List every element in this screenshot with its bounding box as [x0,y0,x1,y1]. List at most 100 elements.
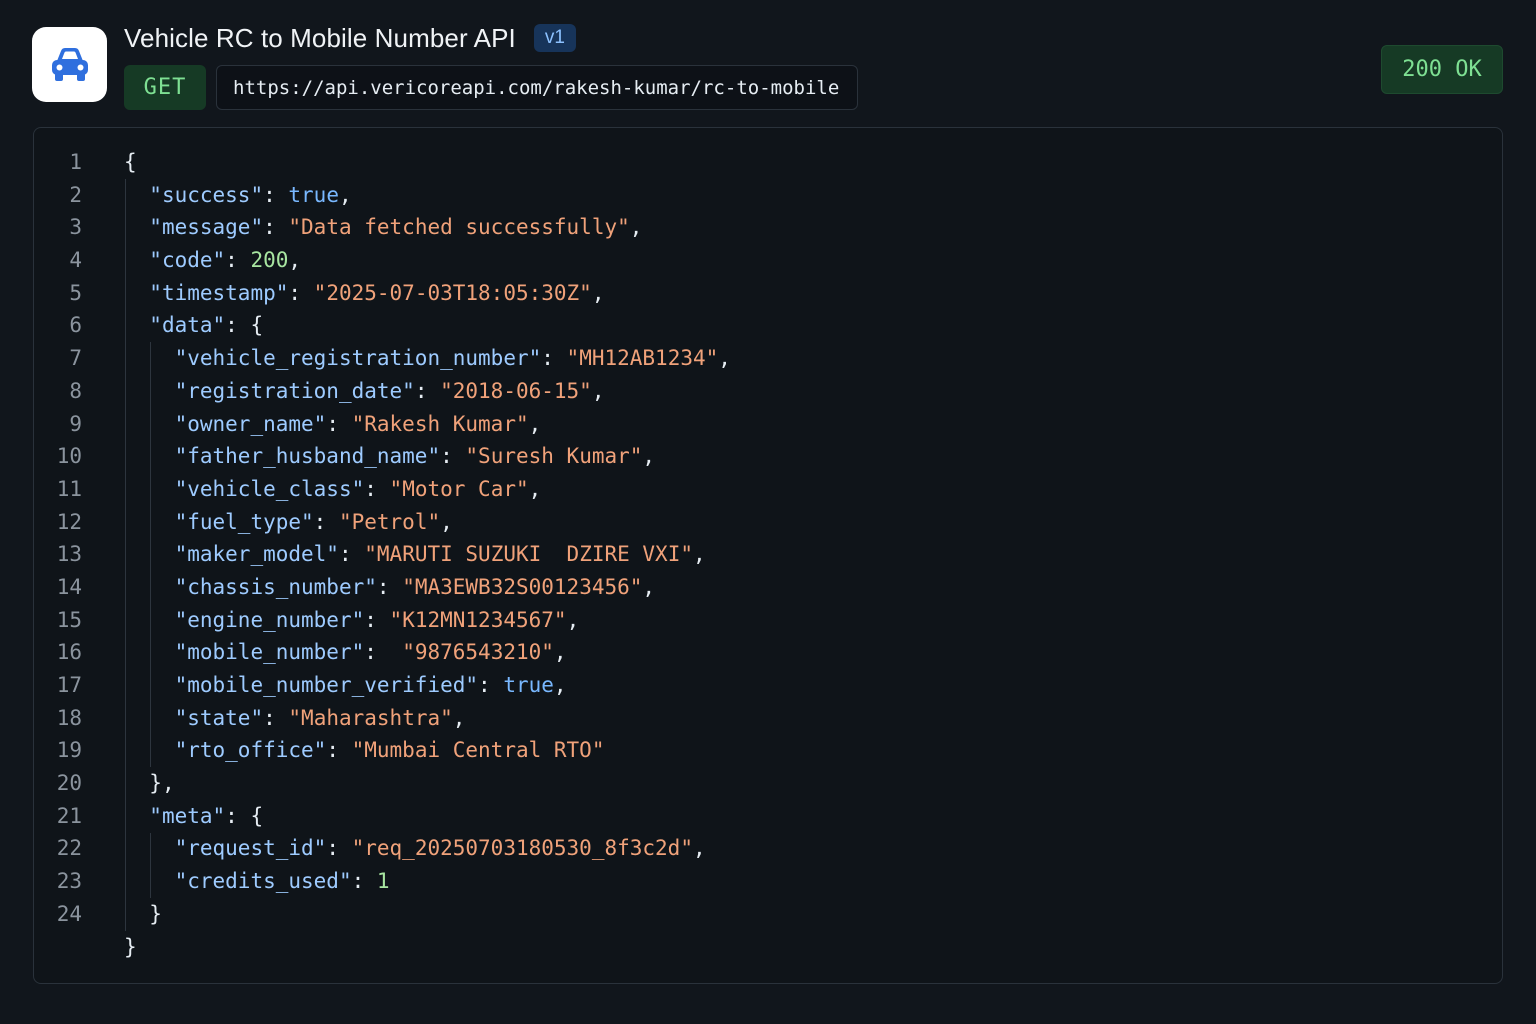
line-number: 13 [56,542,82,567]
code-token: , [440,509,453,534]
code-token: : [263,705,289,730]
code-line: 22 "request_id": "req_20250703180530_8f3c… [0,832,706,865]
line-number: 23 [56,869,82,894]
code-token: "meta" [149,803,226,828]
line-number: 16 [56,640,82,665]
line-number: 6 [69,313,82,338]
title-row: Vehicle RC to Mobile Number API v1 [124,21,576,55]
code-token: : [313,509,339,534]
line-number: 14 [56,574,82,599]
code-token: , [528,476,542,501]
code-token: "Mumbai Central RTO" [351,738,605,763]
code-line-content: "mobile_number_verified": true, [175,669,567,702]
code-line: } [0,931,137,964]
code-line-content: "chassis_number": "MA3EWB32S00123456", [175,571,655,604]
code-token: , [642,444,656,469]
code-token: "code" [149,248,226,273]
code-line-content: "vehicle_registration_number": "MH12AB12… [175,342,731,375]
code-line-content: "meta": { [149,800,263,833]
code-token: true [503,673,554,697]
code-token: "state" [174,705,264,730]
line-number: 19 [56,738,82,763]
line-number: 7 [69,346,82,371]
code-token: , [642,574,656,599]
code-line-content: } [149,898,162,931]
code-token: : [364,476,390,501]
code-token: "Data fetched successfully" [288,215,630,240]
code-token: 200 [250,248,289,273]
http-method-badge[interactable]: GET [124,65,206,110]
line-number: 9 [69,411,82,436]
code-line-content: }, [149,767,174,800]
code-token: : { [225,313,264,338]
code-line-content: "code": 200, [149,244,301,277]
line-number: 24 [56,901,82,926]
code-line-content: "data": { [149,309,263,342]
code-token: , [629,215,643,240]
line-number: 11 [56,476,82,501]
code-token: "success" [149,182,264,207]
code-token: "maker_model" [174,542,339,567]
code-token: "Motor Car" [389,476,529,501]
code-token: , [338,182,352,207]
line-number: 20 [56,771,82,796]
code-line: 2 "success": true, [0,179,351,212]
code-token: "MARUTI SUZUKI DZIRE VXI" [364,542,693,567]
code-token: : [326,836,352,861]
line-number: 1 [69,150,82,174]
code-line-content: "rto_office": "Mumbai Central RTO" [175,734,605,767]
code-token: , [288,248,302,273]
code-token: "9876543210" [402,640,554,665]
line-number: 3 [69,215,82,240]
car-icon [32,27,107,102]
code-token: : [326,738,352,763]
code-token: : [288,280,314,305]
code-line-content: "message": "Data fetched successfully", [149,211,642,244]
api-response-viewer: Vehicle RC to Mobile Number API v1 GET h… [0,0,1536,1024]
code-line-content: "request_id": "req_20250703180530_8f3c2d… [175,832,706,865]
code-token: "2025-07-03T18:05:30Z" [313,280,592,305]
code-line-content: "engine_number": "K12MN1234567", [175,604,580,637]
code-token: "engine_number" [174,607,365,632]
code-token: , [553,673,567,697]
code-token: , [591,280,605,305]
code-line: 4 "code": 200, [0,244,301,277]
code-token: , [528,411,542,436]
code-line-content: "maker_model": "MARUTI SUZUKI DZIRE VXI"… [175,538,706,571]
code-line: 10 "father_husband_name": "Suresh Kumar", [0,440,655,473]
code-token: "vehicle_class" [174,476,365,501]
line-number: 12 [56,509,82,534]
line-number: 22 [56,836,82,861]
version-badge: v1 [533,24,576,52]
line-number: 10 [56,444,82,469]
code-token: "owner_name" [174,411,327,436]
code-token: , [692,836,706,861]
endpoint-url-field[interactable]: https://api.vericoreapi.com/rakesh-kumar… [216,65,858,110]
code-line: 23 "credits_used": 1 [0,865,390,898]
code-line-content: "state": "Maharashtra", [175,702,466,735]
code-line-content: { [124,146,137,179]
code-token: "Petrol" [338,509,441,534]
code-token: : [263,215,289,240]
code-line: 6 "data": { [0,309,263,342]
code-token: , [591,378,605,403]
code-token: "chassis_number" [174,574,377,599]
code-token: "data" [149,313,226,338]
code-token: "fuel_type" [174,509,314,534]
code-token: "Maharashtra" [288,705,453,730]
code-token: 1 [376,869,390,894]
line-number: 5 [69,280,82,305]
code-line: 1{ [0,146,136,179]
code-line-content: "registration_date": "2018-06-15", [175,375,605,408]
code-token: : [326,411,352,436]
page-title: Vehicle RC to Mobile Number API [124,22,516,53]
code-line-content: "success": true, [149,179,351,212]
code-token: } [124,934,137,959]
code-line-content: "timestamp": "2025-07-03T18:05:30Z", [149,277,604,310]
code-token: } [149,901,162,926]
code-token: "request_id" [174,836,327,861]
indent-guide [124,178,126,931]
indent-guide [149,832,151,899]
line-number: 18 [56,705,82,730]
code-token: true [288,182,339,207]
